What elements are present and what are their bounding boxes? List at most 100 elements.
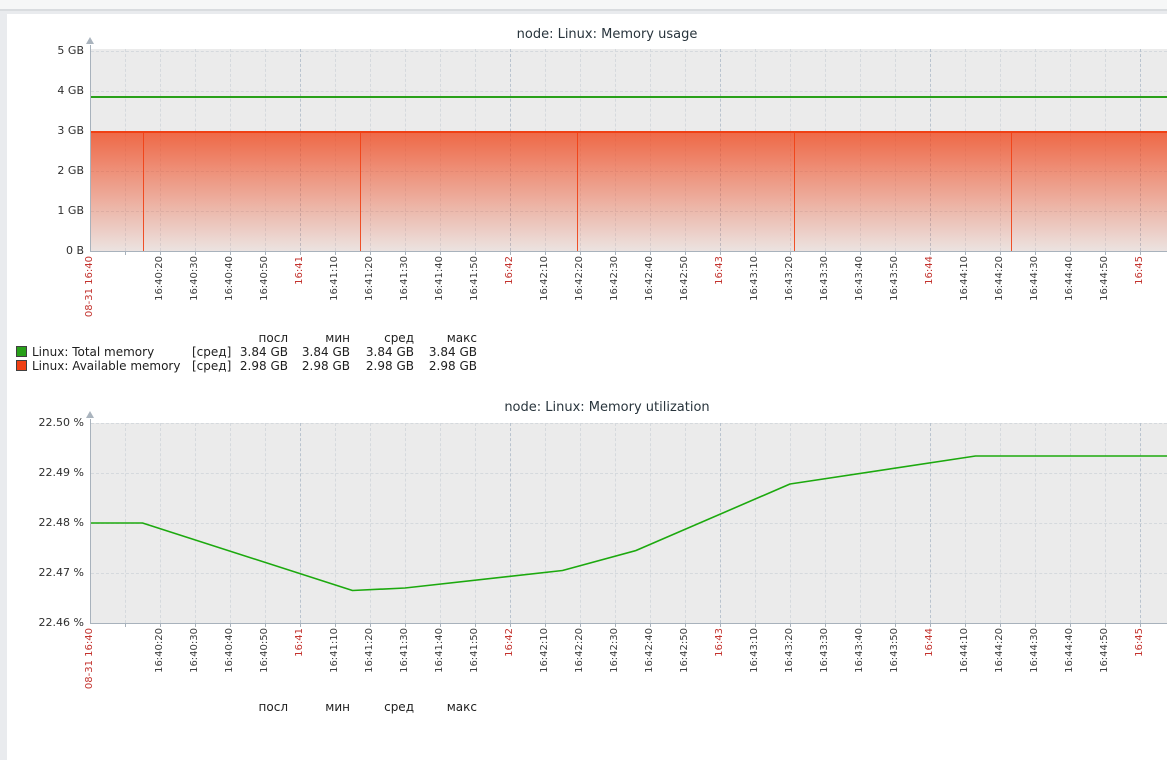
x-axis-tick bbox=[790, 624, 791, 627]
legend-stat-avg: 2.98 GB bbox=[354, 359, 414, 373]
x-axis-tick bbox=[1105, 624, 1106, 627]
x-tick-label: 16:42:10 bbox=[539, 256, 551, 301]
x-tick-label: 16:42:30 bbox=[609, 628, 621, 673]
x-axis-tick bbox=[545, 252, 546, 255]
x-axis-tick bbox=[300, 624, 301, 627]
legend-col-header: сред bbox=[354, 331, 414, 345]
x-axis-tick bbox=[860, 252, 861, 255]
legend-swatch bbox=[16, 360, 27, 371]
total-memory-line bbox=[91, 96, 1167, 98]
legend-row: Linux: Total memory[сред]3.84 GB3.84 GB3… bbox=[16, 345, 496, 359]
legend-col-header: сред bbox=[354, 700, 414, 714]
area-separator bbox=[794, 133, 795, 251]
x-axis-tick bbox=[965, 252, 966, 255]
x-axis-tick bbox=[510, 252, 511, 255]
x-axis-line bbox=[90, 251, 1167, 252]
x-axis-tick bbox=[1000, 252, 1001, 255]
x-axis-tick bbox=[580, 252, 581, 255]
x-tick-label: 16:40:30 bbox=[189, 256, 201, 301]
legend-col-header: посл bbox=[228, 700, 288, 714]
x-axis-tick bbox=[755, 624, 756, 627]
x-axis-tick bbox=[580, 624, 581, 627]
y-tick-label: 22.47 % bbox=[20, 567, 84, 579]
x-tick-label: 16:44 bbox=[924, 256, 936, 285]
legend-stat-min: 3.84 GB bbox=[290, 345, 350, 359]
x-axis-tick bbox=[685, 624, 686, 627]
x-tick-label: 16:45 bbox=[1134, 256, 1146, 285]
x-axis-tick bbox=[1000, 624, 1001, 627]
x-axis-tick bbox=[825, 252, 826, 255]
y-tick-label: 0 B bbox=[20, 245, 84, 257]
x-axis-tick bbox=[125, 624, 126, 627]
x-tick-label: 16:40:30 bbox=[189, 628, 201, 673]
y-tick-label: 3 GB bbox=[20, 125, 84, 137]
x-axis-tick bbox=[510, 624, 511, 627]
x-tick-label: 16:41:20 bbox=[364, 628, 376, 673]
x-tick-label: 16:44:10 bbox=[959, 256, 971, 301]
x-axis-tick bbox=[790, 252, 791, 255]
x-axis-tick bbox=[1105, 252, 1106, 255]
legend-col-header: макс bbox=[417, 331, 477, 345]
x-tick-label: 16:42:40 bbox=[644, 628, 656, 673]
utilization-line-canvas bbox=[91, 423, 1167, 623]
x-tick-label: 16:45 bbox=[1134, 628, 1146, 657]
x-axis-tick bbox=[965, 624, 966, 627]
legend-series-label: Linux: Total memory bbox=[32, 345, 154, 359]
x-tick-label: 16:40:40 bbox=[224, 628, 236, 673]
x-tick-label: 16:40:20 bbox=[154, 256, 166, 301]
x-axis-tick bbox=[860, 624, 861, 627]
x-tick-label: 16:40:50 bbox=[259, 256, 271, 301]
x-axis-tick bbox=[825, 624, 826, 627]
x-axis-tick bbox=[230, 624, 231, 627]
y-axis-arrow-icon bbox=[86, 37, 94, 44]
x-tick-label: 16:42:50 bbox=[679, 256, 691, 301]
legend-series-label: Linux: Available memory bbox=[32, 359, 180, 373]
legend-header-row: послминсредмакс bbox=[16, 331, 496, 345]
x-tick-label: 16:41:10 bbox=[329, 256, 341, 301]
x-tick-label: 16:44:20 bbox=[994, 628, 1006, 673]
x-tick-label: 16:40:20 bbox=[154, 628, 166, 673]
x-tick-label: 16:44:50 bbox=[1099, 256, 1111, 301]
x-axis-tick bbox=[405, 624, 406, 627]
x-tick-label: 16:41 bbox=[294, 628, 306, 657]
gridline-horizontal bbox=[91, 51, 1167, 52]
x-axis-tick bbox=[160, 252, 161, 255]
x-tick-label: 16:43:40 bbox=[854, 628, 866, 673]
x-axis-tick bbox=[1140, 252, 1141, 255]
area-separator bbox=[1011, 133, 1012, 251]
x-tick-label: 16:42 bbox=[504, 256, 516, 285]
utilization-line bbox=[91, 456, 1167, 591]
x-axis-tick bbox=[1070, 252, 1071, 255]
x-tick-label: 16:42:10 bbox=[539, 628, 551, 673]
y-tick-label: 5 GB bbox=[20, 45, 84, 57]
x-tick-label: 16:41 bbox=[294, 256, 306, 285]
x-axis-tick bbox=[720, 624, 721, 627]
x-axis-tick bbox=[615, 252, 616, 255]
legend-header-row: послминсредмакс bbox=[16, 700, 496, 714]
x-axis-tick bbox=[405, 252, 406, 255]
x-tick-label: 16:44:40 bbox=[1064, 628, 1076, 673]
x-axis-tick bbox=[895, 252, 896, 255]
x-tick-label: 16:40:40 bbox=[224, 256, 236, 301]
legend-stat-max: 2.98 GB bbox=[417, 359, 477, 373]
x-tick-label: 16:43:30 bbox=[819, 256, 831, 301]
x-tick-label: 16:41:20 bbox=[364, 256, 376, 301]
x-axis-tick bbox=[685, 252, 686, 255]
x-axis-tick bbox=[265, 252, 266, 255]
chart2-title: node: Linux: Memory utilization bbox=[0, 400, 1167, 415]
y-axis-arrow-icon bbox=[86, 411, 94, 418]
x-axis-tick bbox=[650, 624, 651, 627]
x-axis-tick bbox=[545, 624, 546, 627]
x-tick-label: 16:44:50 bbox=[1099, 628, 1111, 673]
y-tick-label: 4 GB bbox=[20, 85, 84, 97]
x-axis-tick bbox=[930, 624, 931, 627]
legend-func-label: [сред] bbox=[192, 359, 231, 373]
x-axis-tick bbox=[615, 624, 616, 627]
x-tick-label: 16:43 bbox=[714, 628, 726, 657]
x-tick-label: 16:43:50 bbox=[889, 256, 901, 301]
x-tick-label: 16:43:10 bbox=[749, 628, 761, 673]
x-tick-label: 16:43:10 bbox=[749, 256, 761, 301]
x-axis-tick bbox=[370, 624, 371, 627]
x-axis-tick bbox=[1035, 252, 1036, 255]
x-axis-tick bbox=[125, 252, 126, 255]
